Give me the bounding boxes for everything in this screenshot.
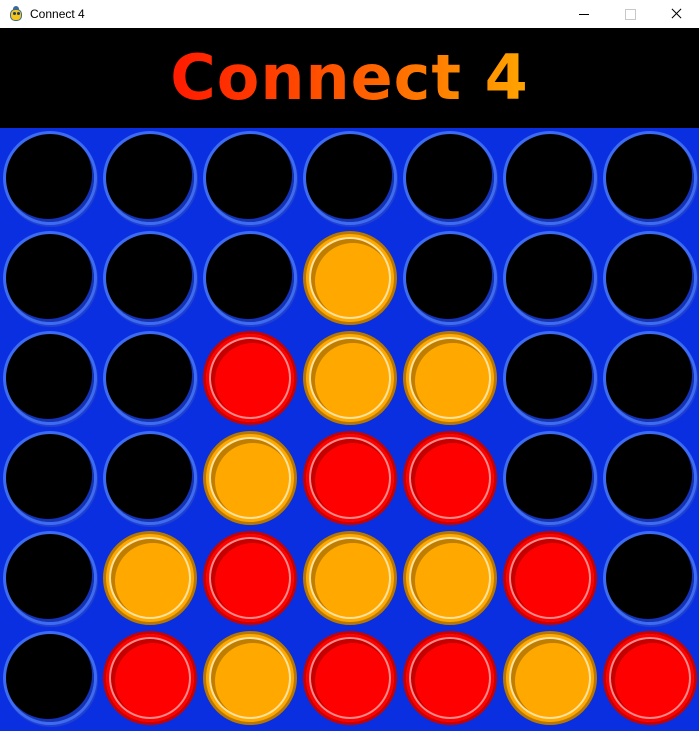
board-cell-r2-c1[interactable] bbox=[100, 328, 200, 428]
yellow-disc bbox=[503, 631, 597, 725]
red-disc bbox=[403, 431, 497, 525]
red-disc bbox=[203, 531, 297, 625]
board-cell-r5-c2[interactable] bbox=[200, 628, 300, 728]
empty-slot bbox=[103, 331, 197, 425]
empty-slot bbox=[203, 231, 297, 325]
empty-slot bbox=[603, 531, 697, 625]
game-board[interactable] bbox=[0, 128, 699, 731]
board-cell-r5-c5[interactable] bbox=[500, 628, 600, 728]
minimize-button[interactable] bbox=[561, 0, 607, 28]
board-cell-r3-c6[interactable] bbox=[600, 428, 699, 528]
yellow-disc bbox=[203, 431, 297, 525]
game-header: Connect 4 bbox=[0, 28, 699, 128]
board-cell-r3-c2[interactable] bbox=[200, 428, 300, 528]
board-cell-r3-c0[interactable] bbox=[0, 428, 100, 528]
empty-slot bbox=[103, 431, 197, 525]
red-disc bbox=[503, 531, 597, 625]
empty-slot bbox=[103, 231, 197, 325]
board-cell-r4-c3[interactable] bbox=[300, 528, 400, 628]
board-cell-r2-c4[interactable] bbox=[400, 328, 500, 428]
board-cell-r1-c0[interactable] bbox=[0, 228, 100, 328]
board-cell-r5-c4[interactable] bbox=[400, 628, 500, 728]
board-cell-r0-c4[interactable] bbox=[400, 128, 500, 228]
board-cell-r4-c0[interactable] bbox=[0, 528, 100, 628]
board-cell-r0-c6[interactable] bbox=[600, 128, 699, 228]
board-cell-r3-c4[interactable] bbox=[400, 428, 500, 528]
empty-slot bbox=[3, 631, 97, 725]
board-cell-r4-c5[interactable] bbox=[500, 528, 600, 628]
board-cell-r0-c3[interactable] bbox=[300, 128, 400, 228]
red-disc bbox=[603, 631, 697, 725]
empty-slot bbox=[3, 531, 97, 625]
pygame-icon bbox=[8, 6, 24, 22]
red-disc bbox=[303, 631, 397, 725]
empty-slot bbox=[503, 131, 597, 225]
empty-slot bbox=[603, 431, 697, 525]
board-cell-r3-c1[interactable] bbox=[100, 428, 200, 528]
board-cell-r3-c5[interactable] bbox=[500, 428, 600, 528]
empty-slot bbox=[3, 331, 97, 425]
empty-slot bbox=[403, 131, 497, 225]
window-title: Connect 4 bbox=[30, 7, 85, 21]
empty-slot bbox=[503, 331, 597, 425]
title-bar[interactable]: Connect 4 bbox=[0, 0, 699, 28]
yellow-disc bbox=[103, 531, 197, 625]
window-controls bbox=[561, 0, 699, 28]
empty-slot bbox=[603, 131, 697, 225]
board-cell-r3-c3[interactable] bbox=[300, 428, 400, 528]
board-cell-r1-c1[interactable] bbox=[100, 228, 200, 328]
board-cell-r0-c5[interactable] bbox=[500, 128, 600, 228]
board-cell-r2-c3[interactable] bbox=[300, 328, 400, 428]
board-cell-r1-c6[interactable] bbox=[600, 228, 699, 328]
yellow-disc bbox=[203, 631, 297, 725]
empty-slot bbox=[503, 231, 597, 325]
board-cell-r1-c3[interactable] bbox=[300, 228, 400, 328]
game-window: Connect 4 Connect 4 bbox=[0, 0, 699, 731]
empty-slot bbox=[203, 131, 297, 225]
board-cell-r0-c2[interactable] bbox=[200, 128, 300, 228]
board-cell-r5-c1[interactable] bbox=[100, 628, 200, 728]
game-title: Connect 4 bbox=[170, 41, 529, 114]
board-cell-r5-c6[interactable] bbox=[600, 628, 699, 728]
board-cell-r0-c1[interactable] bbox=[100, 128, 200, 228]
empty-slot bbox=[103, 131, 197, 225]
board-cell-r0-c0[interactable] bbox=[0, 128, 100, 228]
board-cell-r4-c2[interactable] bbox=[200, 528, 300, 628]
red-disc bbox=[403, 631, 497, 725]
yellow-disc bbox=[403, 331, 497, 425]
red-disc bbox=[303, 431, 397, 525]
empty-slot bbox=[503, 431, 597, 525]
close-button[interactable] bbox=[653, 0, 699, 28]
board-cell-r2-c2[interactable] bbox=[200, 328, 300, 428]
board-cell-r1-c5[interactable] bbox=[500, 228, 600, 328]
board-cell-r1-c2[interactable] bbox=[200, 228, 300, 328]
board-cell-r1-c4[interactable] bbox=[400, 228, 500, 328]
board-cell-r2-c0[interactable] bbox=[0, 328, 100, 428]
yellow-disc bbox=[403, 531, 497, 625]
yellow-disc bbox=[303, 531, 397, 625]
empty-slot bbox=[3, 131, 97, 225]
board-cell-r2-c6[interactable] bbox=[600, 328, 699, 428]
yellow-disc bbox=[303, 231, 397, 325]
maximize-button[interactable] bbox=[607, 0, 653, 28]
empty-slot bbox=[3, 431, 97, 525]
empty-slot bbox=[403, 231, 497, 325]
empty-slot bbox=[603, 231, 697, 325]
yellow-disc bbox=[303, 331, 397, 425]
empty-slot bbox=[603, 331, 697, 425]
board-cell-r4-c6[interactable] bbox=[600, 528, 699, 628]
board-cell-r2-c5[interactable] bbox=[500, 328, 600, 428]
red-disc bbox=[203, 331, 297, 425]
board-cell-r4-c4[interactable] bbox=[400, 528, 500, 628]
board-cell-r5-c0[interactable] bbox=[0, 628, 100, 728]
empty-slot bbox=[303, 131, 397, 225]
board-cell-r4-c1[interactable] bbox=[100, 528, 200, 628]
red-disc bbox=[103, 631, 197, 725]
board-cell-r5-c3[interactable] bbox=[300, 628, 400, 728]
empty-slot bbox=[3, 231, 97, 325]
